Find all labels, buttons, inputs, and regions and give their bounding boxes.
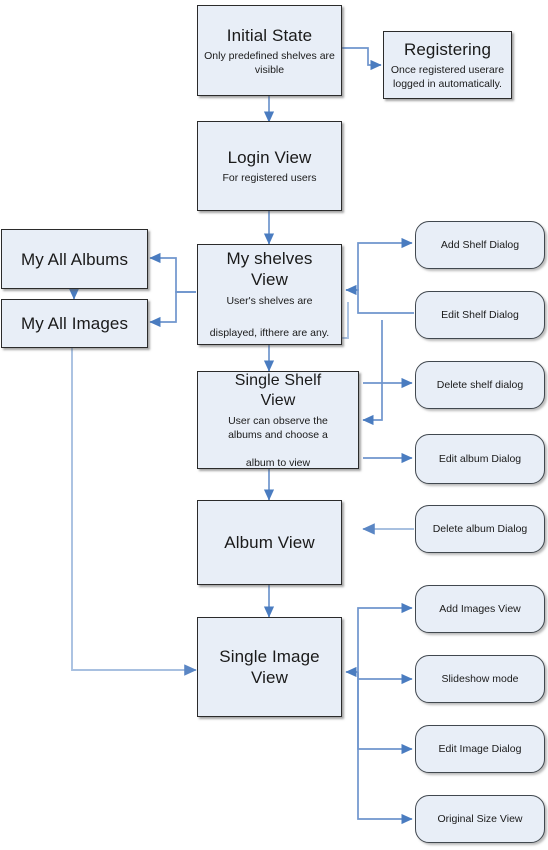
node-title: Slideshow mode <box>441 673 519 685</box>
edge-shelves-to-all-images <box>149 291 196 328</box>
node-subtitle: For registered users <box>222 172 317 184</box>
node-subtitle: Once registered userare logged in automa… <box>390 64 505 90</box>
node-initial-state[interactable]: Initial State Only predefined shelves ar… <box>197 5 342 96</box>
node-login-view[interactable]: Login View For registered users <box>197 121 342 211</box>
node-my-all-albums[interactable]: My All Albums <box>1 229 148 289</box>
flowchart-canvas: Initial State Only predefined shelves ar… <box>0 0 548 850</box>
node-title: Album View <box>224 533 315 552</box>
edge-initial-to-registering <box>342 47 382 71</box>
node-title: My shelves View <box>226 249 313 289</box>
node-subtitle: User can observe the albums and choose a… <box>228 414 328 469</box>
node-title: Add Images View <box>439 603 521 615</box>
node-original-size-view[interactable]: Original Size View <box>415 795 545 843</box>
node-subtitle: User's shelves are displayed, ifthere ar… <box>209 295 330 339</box>
edge-edit-shelf-to-shelves <box>345 284 414 314</box>
node-edit-image-dialog[interactable]: Edit Image Dialog <box>415 725 545 773</box>
node-title: Add Shelf Dialog <box>440 239 520 251</box>
node-title: Original Size View <box>437 813 523 825</box>
node-delete-album-dialog[interactable]: Delete album Dialog <box>415 505 545 553</box>
edge-shelves-to-add-shelf <box>346 237 413 291</box>
node-my-shelves-view[interactable]: My shelves View User's shelves are displ… <box>197 244 342 345</box>
node-subtitle: Only predefined shelves are visible <box>204 49 335 76</box>
node-title: Initial State <box>226 25 313 45</box>
edge-dialog-to-single-shelf <box>362 320 383 426</box>
node-title: Single Shelf View <box>234 371 322 409</box>
node-title: Login View <box>227 148 312 167</box>
node-title: Single Image View <box>219 647 320 687</box>
node-edit-album-dialog[interactable]: Edit album Dialog <box>415 434 545 484</box>
edge-single-image-to-add-images <box>357 602 413 672</box>
node-title: Edit Image Dialog <box>438 743 522 755</box>
node-delete-shelf-dialog[interactable]: Delete shelf dialog <box>415 361 545 409</box>
edge-single-image-to-original-size <box>357 672 413 825</box>
node-title: Registering <box>403 40 492 59</box>
node-title: My All Albums <box>20 249 129 269</box>
edge-single-image-to-edit-image <box>357 672 413 755</box>
edge-shelves-to-all-albums <box>149 252 196 293</box>
node-single-image-view[interactable]: Single Image View <box>197 617 342 717</box>
node-add-shelf-dialog[interactable]: Add Shelf Dialog <box>415 221 545 269</box>
edge-all-images-to-single-image <box>71 348 197 676</box>
node-title: Delete shelf dialog <box>436 379 524 391</box>
node-album-view[interactable]: Album View <box>197 500 342 585</box>
node-add-images-view[interactable]: Add Images View <box>415 585 545 633</box>
node-slideshow-mode[interactable]: Slideshow mode <box>415 655 545 703</box>
node-title: Edit Shelf Dialog <box>441 309 519 321</box>
node-title: Edit album Dialog <box>438 453 522 465</box>
node-registering[interactable]: Registering Once registered userare logg… <box>383 31 512 99</box>
node-my-all-images[interactable]: My All Images <box>1 299 148 348</box>
node-title: My All Images <box>20 314 129 333</box>
node-title: Delete album Dialog <box>432 523 528 535</box>
node-single-shelf-view[interactable]: Single Shelf View User can observe the a… <box>197 371 359 469</box>
node-edit-shelf-dialog[interactable]: Edit Shelf Dialog <box>415 291 545 339</box>
